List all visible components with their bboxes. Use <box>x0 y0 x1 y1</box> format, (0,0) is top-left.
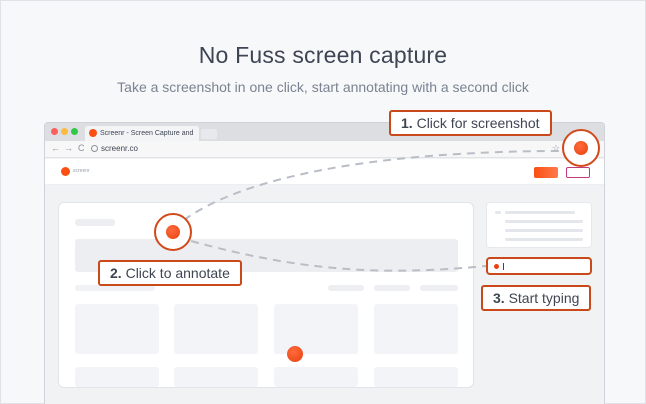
step-3-label: Start typing <box>508 290 580 306</box>
step-2-number: 2. <box>110 265 122 281</box>
step-2-callout: 2. Click to annotate <box>98 260 242 286</box>
step-1-number: 1. <box>401 115 413 131</box>
step-2-label: Click to annotate <box>125 265 230 281</box>
step-3-number: 3. <box>493 290 505 306</box>
screenshot-button-highlight[interactable] <box>562 129 600 167</box>
annotate-point-highlight[interactable] <box>154 213 192 251</box>
annotation-dot-icon <box>166 225 180 239</box>
text-caret <box>503 263 504 270</box>
step-1-callout: 1. Click for screenshot <box>389 110 552 136</box>
connector-lines <box>172 150 563 272</box>
annotation-marker <box>287 346 303 362</box>
screenr-logo-icon <box>574 141 588 155</box>
step-1-label: Click for screenshot <box>416 115 540 131</box>
annotation-text-input[interactable] <box>486 257 592 275</box>
step-3-callout: 3. Start typing <box>481 285 592 311</box>
annotation-dot-icon <box>494 264 499 269</box>
connector-line-1 <box>172 150 563 230</box>
